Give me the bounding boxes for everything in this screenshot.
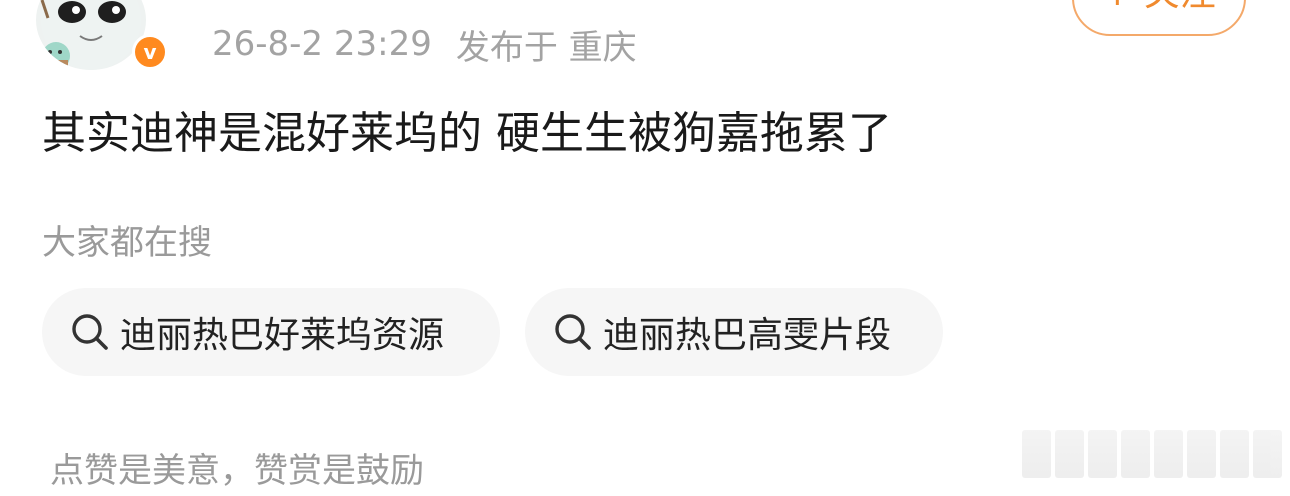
trending-title: 大家都在搜 xyxy=(42,223,212,263)
search-icon xyxy=(68,310,112,354)
post-meta: 26-8-2 23:29 发布于 重庆 xyxy=(212,22,637,68)
avatar[interactable] xyxy=(36,0,146,70)
trending-chip[interactable]: 迪丽热巴高雯片段 xyxy=(525,288,943,376)
post-time: 26-8-2 23:29 xyxy=(212,24,432,64)
trending-chip-label: 迪丽热巴好莱坞资源 xyxy=(120,315,445,356)
author-avatar-group[interactable]: v xyxy=(36,0,168,75)
post-location: 发布于 重庆 xyxy=(455,27,637,68)
search-icon xyxy=(551,310,595,354)
follow-button[interactable]: + 关注 xyxy=(1072,0,1246,36)
trending-chip-label: 迪丽热巴高雯片段 xyxy=(603,315,892,356)
verified-badge-icon: v xyxy=(132,34,168,70)
post-text: 其实迪神是混好莱坞的 硬生生被狗嘉拖累了 xyxy=(42,108,892,159)
trending-chip[interactable]: 迪丽热巴好莱坞资源 xyxy=(42,288,500,376)
watermark xyxy=(1022,430,1282,478)
reward-tip: 点赞是美意，赞赏是鼓励 xyxy=(50,451,424,491)
